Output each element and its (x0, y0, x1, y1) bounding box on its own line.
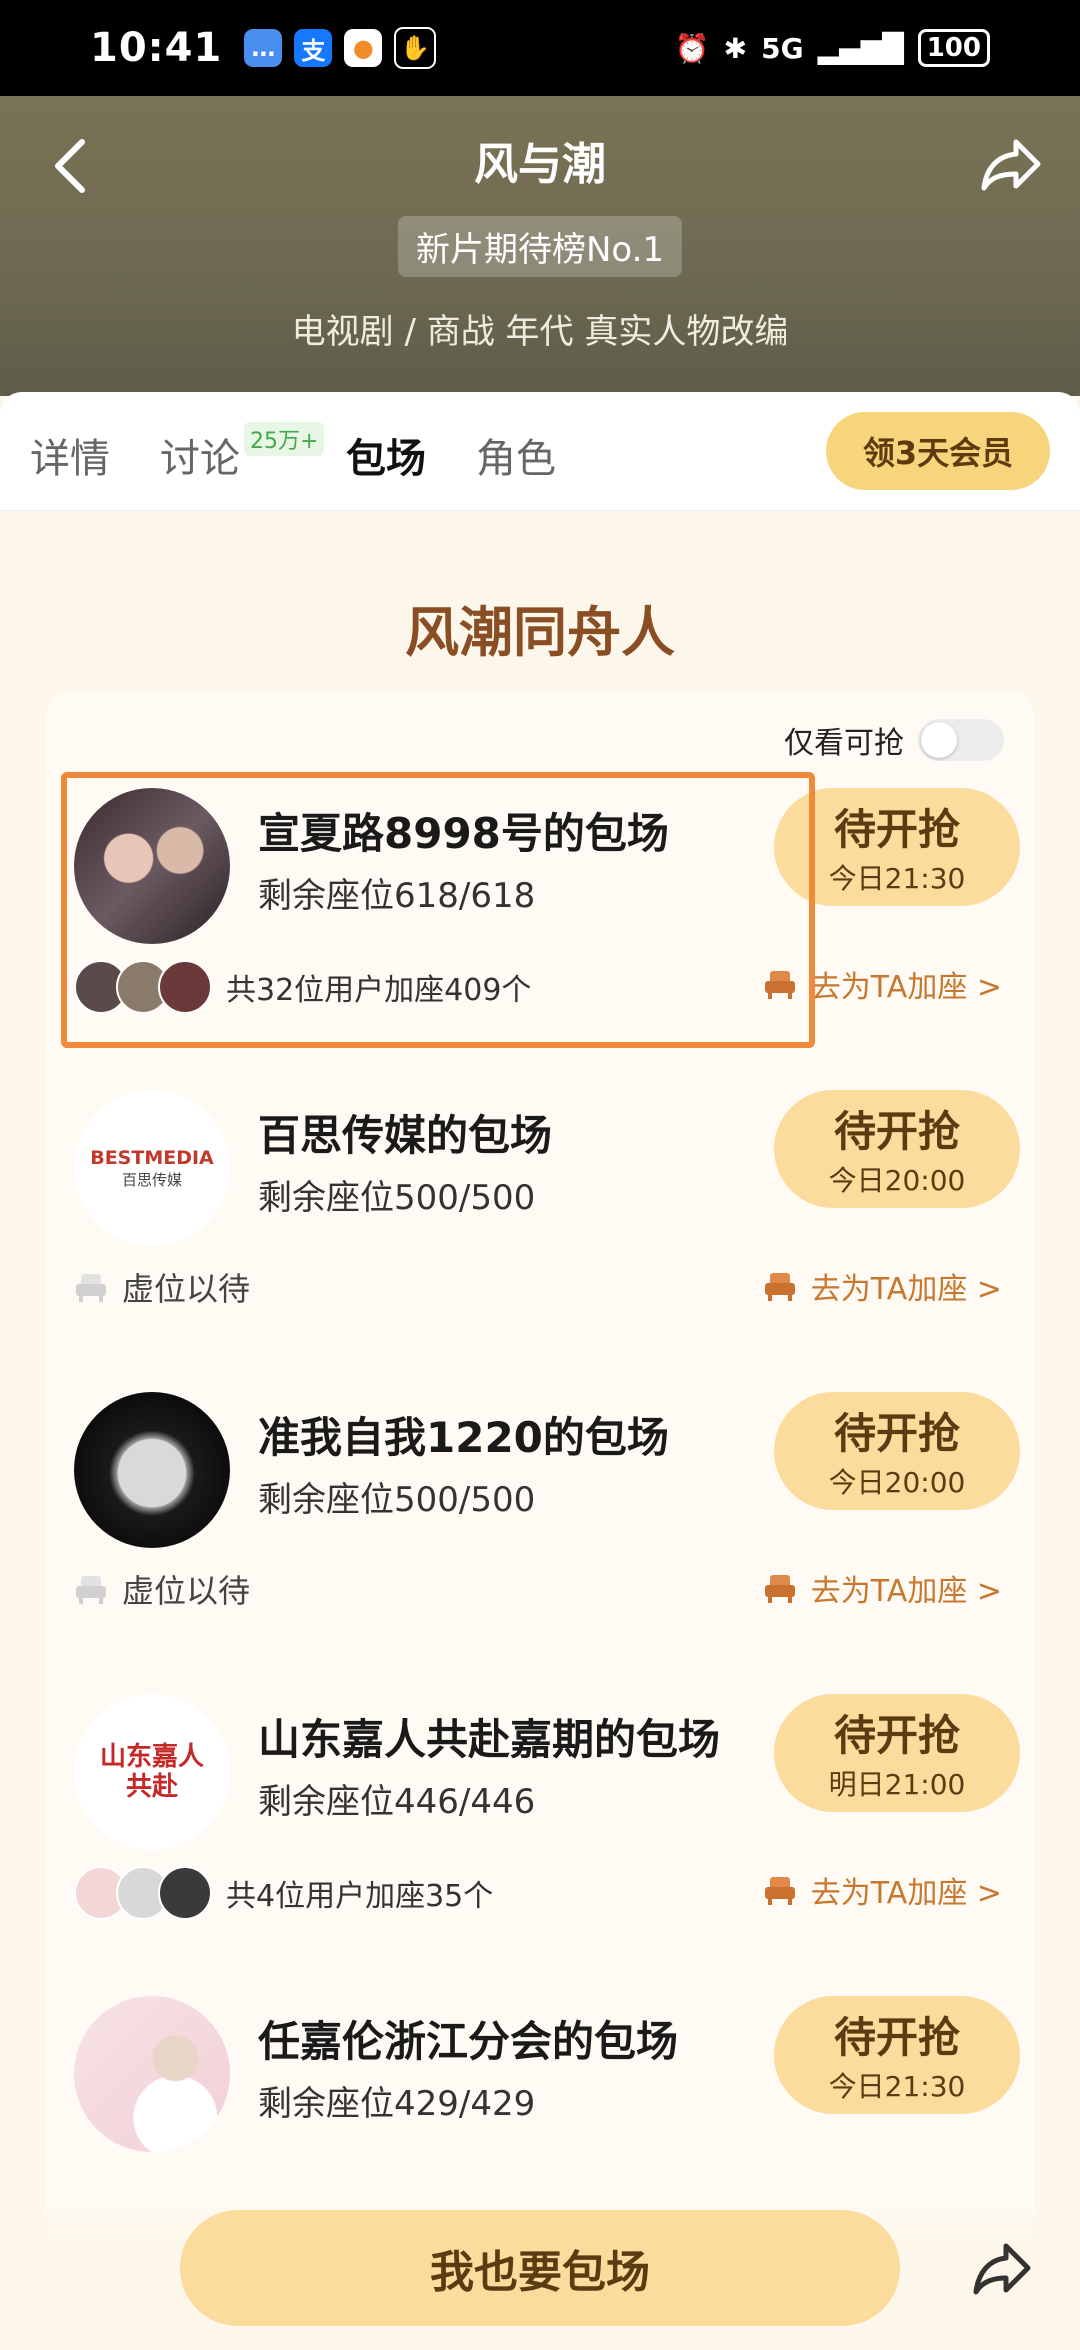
taopiaopiao-icon: ● (344, 29, 383, 67)
remaining-seats: 剩余座位446/446 (258, 1782, 536, 1822)
grab-button[interactable]: 待开抢 今日21:30 (774, 1996, 1020, 2114)
vip-trial-button[interactable]: 领3天会员 (826, 412, 1050, 490)
seat-icon (764, 1877, 795, 1905)
filter-label: 仅看可抢 (784, 726, 904, 761)
create-screening-button[interactable]: 我也要包场 (180, 2210, 900, 2326)
screening-card[interactable]: BESTMEDIA 百思传媒 百思传媒的包场 剩余座位500/500 待开抢 今… (46, 1074, 1034, 1374)
available-filter[interactable]: 仅看可抢 (784, 718, 1004, 762)
tab-bar: 详情 讨论 25万+ 包场 角色 领3天会员 (0, 392, 1080, 511)
signal-icon: ▂▄▆█ (817, 31, 904, 65)
member-avatars: 共4位用户加座35个 (74, 1866, 493, 1920)
grab-button[interactable]: 待开抢 明日21:00 (774, 1694, 1020, 1812)
page-title: 风与潮 (474, 139, 606, 190)
logo-subtext: 百思传媒 (121, 1170, 182, 1189)
join-seat-link[interactable]: 去为TA加座 > (763, 1566, 1002, 1610)
genre-text: 电视剧 / 商战 年代 真实人物改编 (291, 312, 789, 352)
alarm-icon: ⏰ (674, 31, 710, 65)
join-seat-label: 去为TA加座 > (810, 970, 1002, 1005)
host-logo: BESTMEDIA 百思传媒 (74, 1090, 230, 1246)
vacancy-info: 虚位以待 (74, 1264, 250, 1310)
grab-time: 今日20:00 (828, 1466, 966, 1499)
member-avatar (158, 1866, 212, 1920)
host-avatar (74, 1392, 230, 1548)
highlight-box (61, 772, 815, 1048)
logo-text: 山东嘉人共赴 (99, 1742, 204, 1802)
host-avatar (74, 1996, 230, 2152)
join-seat-label: 去为TA加座 > (810, 1876, 1002, 1911)
battery-level: 100 (917, 29, 990, 67)
share-icon[interactable] (978, 132, 1044, 198)
available-toggle[interactable] (918, 719, 1004, 761)
grab-button-label: 待开抢 (833, 1409, 960, 1458)
vacancy-text: 虚位以待 (122, 1572, 251, 1610)
join-seat-link[interactable]: 去为TA加座 > (763, 1868, 1002, 1912)
tab-discussion[interactable]: 讨论 (160, 426, 240, 484)
status-time: 10:41 (90, 25, 223, 71)
grab-button[interactable]: 待开抢 今日20:00 (774, 1392, 1020, 1510)
discussion-count-badge: 25万+ (244, 422, 325, 456)
grab-time: 明日21:00 (828, 1768, 966, 1801)
message-app-icon: … (244, 29, 283, 67)
alipay-icon: 支 (294, 29, 333, 67)
remaining-seats: 剩余座位500/500 (258, 1480, 536, 1520)
seat-icon (76, 1274, 106, 1302)
grab-button-label: 待开抢 (833, 2013, 960, 2062)
join-seat-link[interactable]: 去为TA加座 > (763, 1264, 1002, 1308)
movie-header: 风与潮 新片期待榜No.1 电视剧 / 商战 年代 真实人物改编 (0, 96, 1080, 396)
screening-title: 任嘉伦浙江分会的包场 (258, 2017, 679, 2066)
tab-details[interactable]: 详情 (30, 426, 110, 484)
seat-icon (76, 1576, 106, 1604)
grab-time: 今日21:30 (828, 2070, 966, 2103)
rank-badge[interactable]: 新片期待榜No.1 (397, 216, 683, 277)
grab-button-label: 待开抢 (833, 1107, 960, 1156)
host-logo: 山东嘉人共赴 (74, 1694, 230, 1850)
vacancy-info: 虚位以待 (74, 1566, 250, 1612)
grab-button[interactable]: 待开抢 今日20:00 (774, 1090, 1020, 1208)
arrow-share-icon[interactable] (970, 2240, 1034, 2296)
signal-label: 5G (761, 31, 804, 65)
grab-button-label: 待开抢 (833, 1711, 960, 1760)
status-bar: 10:41 … 支 ● ✋ ⏰ ✱ 5G ▂▄▆█ 100 (0, 0, 1080, 96)
remaining-seats: 剩余座位500/500 (258, 1178, 536, 1218)
grab-time: 今日20:00 (828, 1164, 966, 1197)
join-seat-label: 去为TA加座 > (810, 1272, 1002, 1307)
remaining-seats: 剩余座位429/429 (258, 2084, 536, 2124)
status-right: ⏰ ✱ 5G ▂▄▆█ 100 (675, 29, 990, 67)
vacancy-text: 虚位以待 (122, 1270, 251, 1308)
join-seat-label: 去为TA加座 > (810, 1574, 1002, 1609)
tab-roles[interactable]: 角色 (476, 426, 556, 484)
tab-private-screening[interactable]: 包场 (346, 426, 426, 484)
screening-title: 山东嘉人共赴嘉期的包场 (258, 1715, 721, 1764)
hand-icon: ✋ (394, 27, 437, 69)
section-title: 风潮同舟人 (405, 601, 675, 664)
screening-card[interactable]: 准我自我1220的包场 剩余座位500/500 待开抢 今日20:00 虚位以待… (46, 1376, 1034, 1676)
logo-text: BESTMEDIA (90, 1146, 214, 1169)
seat-icon (764, 1575, 795, 1603)
seat-icon (764, 1273, 795, 1301)
screening-title: 准我自我1220的包场 (258, 1413, 669, 1462)
bottom-bar: 我也要包场 (0, 2196, 1080, 2350)
member-count-text: 共4位用户加座35个 (226, 1879, 494, 1914)
screening-title: 百思传媒的包场 (258, 1111, 553, 1160)
bluetooth-icon: ✱ (723, 31, 748, 65)
screening-card[interactable]: 山东嘉人共赴 山东嘉人共赴嘉期的包场 剩余座位446/446 待开抢 明日21:… (46, 1678, 1034, 1978)
